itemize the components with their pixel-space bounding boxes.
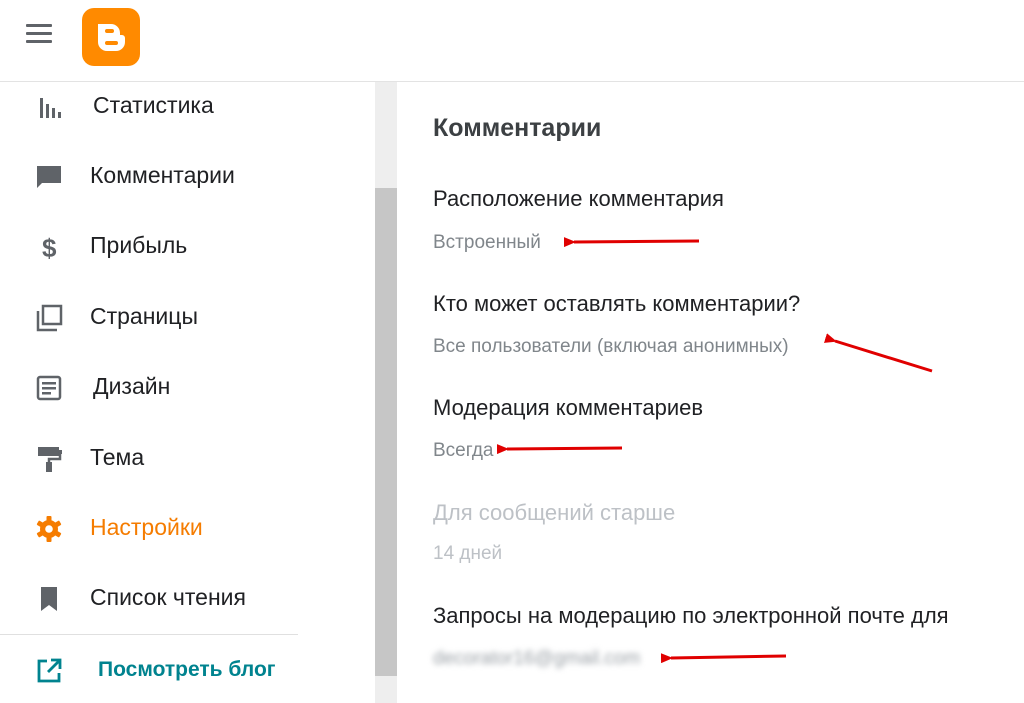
older-posts-value: 14 дней	[433, 543, 503, 564]
sidebar-item-stats[interactable]: Статистика	[0, 76, 300, 136]
comment-location-label[interactable]: Расположение комментария	[433, 186, 724, 212]
bookmark-icon	[41, 587, 57, 611]
sidebar-item-label: Комментарии	[90, 162, 235, 188]
moderation-email-value[interactable]: decorator16@gmail.com	[433, 648, 640, 670]
sidebar-item-label: Настройки	[90, 514, 203, 540]
dollar-icon: $	[42, 233, 57, 262]
top-app-bar	[0, 0, 1024, 82]
view-blog-label: Посмотреть блог	[98, 658, 276, 681]
gear-icon	[36, 516, 62, 542]
sidebar-item-layout[interactable]: Дизайн	[0, 357, 300, 417]
comments-settings-panel: Комментарии Расположение комментария Вст…	[398, 82, 1024, 703]
bar-chart-icon	[40, 98, 61, 118]
sidebar-item-pages[interactable]: Страницы	[0, 287, 300, 347]
sidebar-item-label: Страницы	[90, 303, 198, 329]
older-posts-label: Для сообщений старше	[433, 500, 676, 525]
sidebar-item-label: Список чтения	[90, 584, 246, 610]
sidebar-scrollbar-thumb[interactable]	[375, 188, 397, 676]
sidebar-item-theme[interactable]: Тема	[0, 428, 300, 488]
comment-location-value[interactable]: Встроенный	[433, 232, 541, 254]
who-can-comment-label[interactable]: Кто может оставлять комментарии?	[433, 291, 800, 317]
blogger-logo[interactable]	[82, 8, 140, 66]
svg-text:$: $	[42, 233, 57, 262]
comment-icon	[37, 166, 61, 188]
sidebar-item-comments[interactable]: Комментарии	[0, 146, 300, 206]
layout-icon	[36, 375, 62, 401]
sidebar-item-label: Дизайн	[93, 373, 171, 399]
comment-moderation-label[interactable]: Модерация комментариев	[433, 395, 703, 421]
open-in-new-icon	[37, 658, 62, 683]
pages-icon	[36, 304, 63, 332]
view-blog-link[interactable]: Посмотреть блог	[0, 640, 300, 700]
sidebar-item-settings[interactable]: Настройки	[0, 498, 300, 558]
who-can-comment-value[interactable]: Все пользователи (включая анонимных)	[433, 336, 789, 358]
sidebar: Статистика Комментарии $ Прибыль Страниц…	[0, 82, 375, 703]
sidebar-item-label: Тема	[90, 444, 145, 470]
section-title: Комментарии	[433, 114, 602, 142]
moderation-email-label[interactable]: Запросы на модерацию по электронной почт…	[433, 603, 949, 629]
sidebar-item-label: Статистика	[93, 92, 214, 118]
comment-moderation-value[interactable]: Всегда	[433, 440, 493, 462]
paint-roller-icon	[38, 447, 62, 472]
sidebar-item-label: Прибыль	[90, 232, 188, 258]
sidebar-divider	[0, 634, 298, 635]
hamburger-menu-icon[interactable]	[24, 22, 58, 48]
sidebar-item-reading-list[interactable]: Список чтения	[0, 568, 300, 628]
sidebar-item-earnings[interactable]: $ Прибыль	[0, 216, 300, 276]
